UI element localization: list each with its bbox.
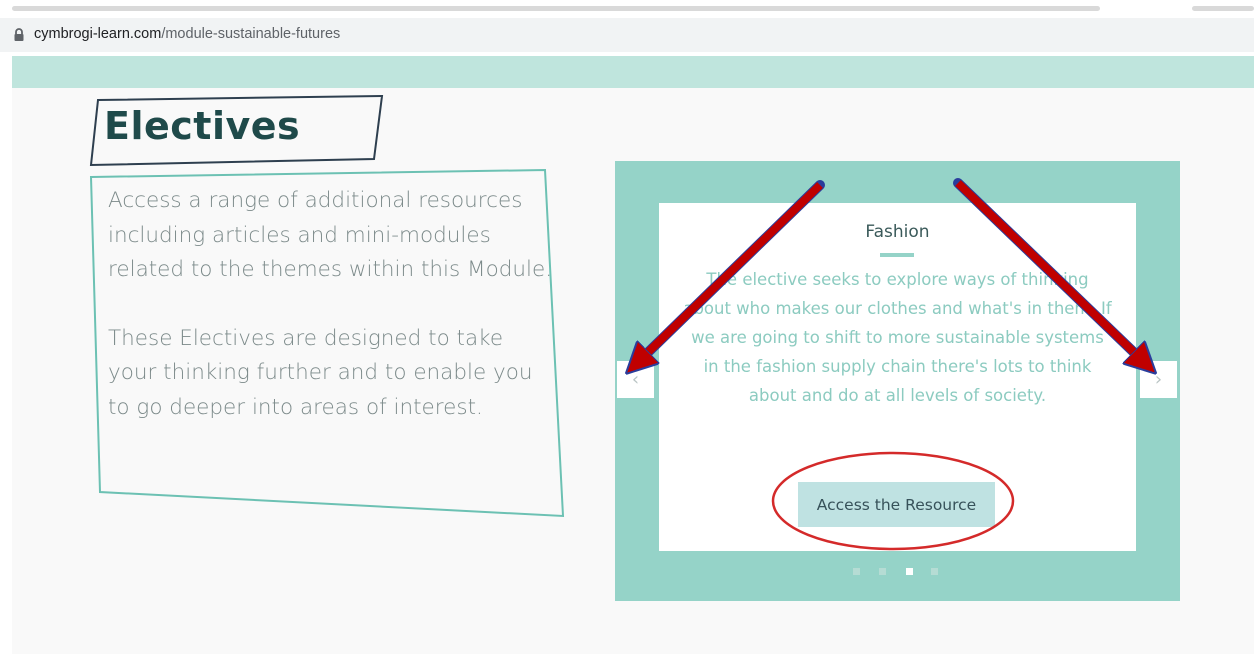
- carousel-next-button[interactable]: ›: [1140, 361, 1177, 398]
- description-text: Access a range of additional resources i…: [108, 184, 558, 425]
- carousel-dot[interactable]: [931, 568, 938, 575]
- description-paragraph: These Electives are designed to take you…: [108, 325, 533, 420]
- card-title: Fashion: [865, 222, 930, 242]
- carousel-dot[interactable]: [879, 568, 886, 575]
- carousel-prev-button[interactable]: ‹: [617, 361, 654, 398]
- title-underline: [880, 253, 914, 257]
- chevron-left-icon: ‹: [631, 369, 640, 390]
- chevron-right-icon: ›: [1154, 369, 1163, 390]
- description-paragraph: Access a range of additional resources i…: [108, 188, 553, 282]
- card-description: The elective seeks to explore ways of th…: [683, 270, 1112, 405]
- access-resource-button[interactable]: Access the Resource: [798, 482, 995, 527]
- carousel-dot-active[interactable]: [906, 568, 913, 575]
- page-title: Electives: [104, 104, 301, 148]
- carousel-dot[interactable]: [853, 568, 860, 575]
- carousel-card: Fashion The elective seeks to explore wa…: [659, 203, 1136, 551]
